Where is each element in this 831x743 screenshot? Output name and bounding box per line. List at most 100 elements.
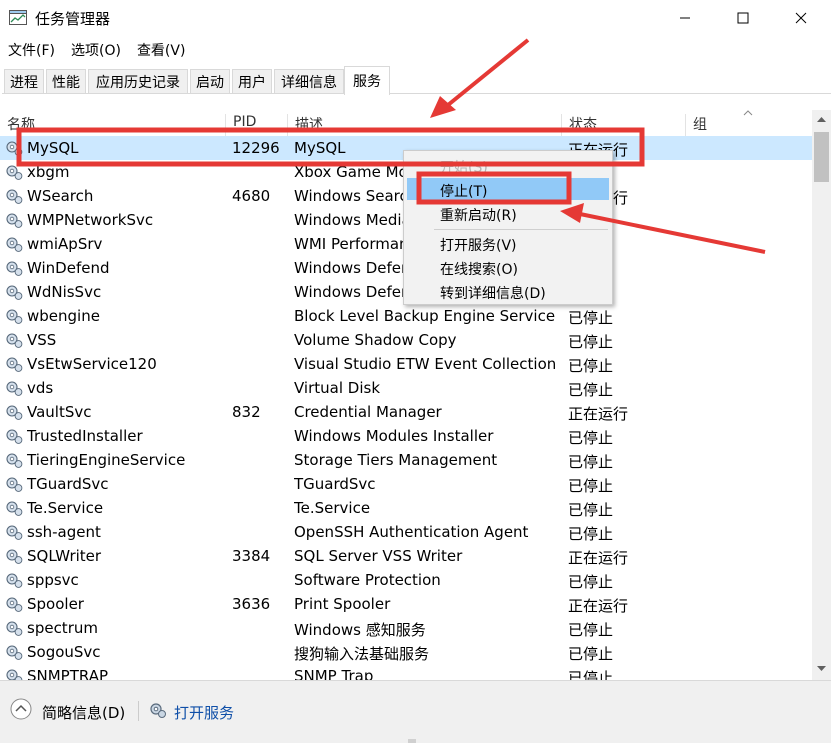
column-header-pid[interactable]: PID [225,114,287,136]
service-status: 正在运行 [568,597,629,615]
column-header-status[interactable]: 状态 [561,114,685,136]
scroll-down-icon[interactable] [812,662,831,676]
service-row[interactable]: VaultSvc 832 Credential Manager 正在运行 [0,400,812,424]
menu-bar: 文件(F) 选项(O) 查看(V) [0,38,193,62]
vertical-scrollbar[interactable] [812,110,831,680]
service-row[interactable]: SNMPTRAP SNMP Trap 已停止 [0,664,812,680]
tab-strip: 进程 性能 应用历史记录 启动 用户 详细信息 服务 [2,66,831,95]
service-row[interactable]: Te.Service Te.Service 已停止 [0,496,812,520]
service-description: Print Spooler [294,595,391,613]
service-description: Storage Tiers Management [294,451,498,469]
service-gear-icon [5,188,24,205]
tab-details[interactable]: 详细信息 [274,69,344,93]
open-services-link[interactable]: 打开服务 [174,702,234,723]
service-row[interactable]: SogouSvc 搜狗输入法基础服务 已停止 [0,640,812,664]
tab-processes[interactable]: 进程 [4,69,44,93]
service-name: Spooler [27,595,84,613]
service-row[interactable]: TrustedInstaller Windows Modules Installe… [0,424,812,448]
service-gear-icon [5,572,24,589]
maximize-icon [737,12,749,24]
service-description: SNMP Trap [294,667,374,680]
service-row[interactable]: SQLWriter 3384 SQL Server VSS Writer 正在运行 [0,544,812,568]
service-name: WinDefend [27,259,110,277]
service-pid: 12296 [232,139,280,157]
service-status: 已停止 [568,621,614,639]
service-gear-icon [5,668,24,680]
service-description: TGuardSvc [294,475,376,493]
service-name: TieringEngineService [27,451,186,469]
service-gear-icon [5,620,24,637]
service-pid: 832 [232,403,261,421]
service-row[interactable]: vds Virtual Disk 已停止 [0,376,812,400]
service-row[interactable]: VSS Volume Shadow Copy 已停止 [0,328,812,352]
service-gear-icon [5,404,24,421]
service-description: Volume Shadow Copy [294,331,457,349]
service-description: OpenSSH Authentication Agent [294,523,529,541]
service-row[interactable]: spectrum Windows 感知服务 已停止 [0,616,812,640]
service-status: 已停止 [568,429,614,447]
service-description: Visual Studio ETW Event Collection Servi… [294,355,556,373]
service-status: 已停止 [568,669,614,680]
service-row[interactable]: ssh-agent OpenSSH Authentication Agent 已停止 [0,520,812,544]
service-row[interactable]: Spooler 3636 Print Spooler 正在运行 [0,592,812,616]
menu-item-start[interactable]: 开始(S) [407,154,609,176]
service-name: MySQL [27,139,79,157]
service-gear-icon [5,500,24,517]
brief-details-button[interactable]: 简略信息(D) [42,702,125,723]
service-status: 已停止 [568,357,614,375]
column-header-row: 名称 PID 描述 状态 组 [0,110,812,136]
chevron-up-icon[interactable] [10,698,32,720]
tab-app-history[interactable]: 应用历史记录 [88,69,188,93]
service-row[interactable]: TGuardSvc TGuardSvc 已停止 [0,472,812,496]
tab-startup[interactable]: 启动 [190,69,230,93]
column-header-description[interactable]: 描述 [287,114,561,136]
service-name: SQLWriter [27,547,102,565]
service-name: ssh-agent [27,523,101,541]
service-gear-icon [5,260,24,277]
menu-item-open-services[interactable]: 打开服务(V) [407,232,609,254]
service-name: Te.Service [27,499,104,517]
menu-view[interactable]: 查看(V) [129,38,194,62]
services-gear-icon [150,703,166,718]
service-row[interactable]: sppsvc Software Protection 已停止 [0,568,812,592]
service-gear-icon [5,284,24,301]
service-status: 已停止 [568,381,614,399]
close-button[interactable] [778,0,824,36]
service-description: Block Level Backup Engine Service [294,307,556,325]
service-gear-icon [5,524,24,541]
service-name: TGuardSvc [27,475,109,493]
minimize-icon [680,17,690,19]
scroll-up-icon[interactable] [812,112,831,126]
menu-item-go-to-details[interactable]: 转到详细信息(D) [407,280,609,302]
service-description: Windows 感知服务 [294,621,426,639]
window-title: 任务管理器 [35,10,111,28]
menu-item-restart[interactable]: 重新启动(R) [407,202,609,224]
service-gear-icon [5,164,24,181]
maximize-button[interactable] [720,0,766,36]
menu-file[interactable]: 文件(F) [0,38,63,62]
tab-users[interactable]: 用户 [232,69,272,93]
service-name: wmiApSrv [27,235,103,253]
tab-performance[interactable]: 性能 [46,69,86,93]
menu-options[interactable]: 选项(O) [63,38,129,62]
menu-item-search-online[interactable]: 在线搜索(O) [407,256,609,278]
minimize-button[interactable] [662,0,708,36]
service-gear-icon [5,380,24,397]
service-gear-icon [5,428,24,445]
title-bar[interactable]: 任务管理器 [0,0,831,36]
column-header-name[interactable]: 名称 [0,114,226,136]
service-gear-icon [5,596,24,613]
service-row[interactable]: wbengine Block Level Backup Engine Servic… [0,304,812,328]
service-status: 已停止 [568,645,614,663]
service-row[interactable]: VsEtwService120 Visual Studio ETW Event C… [0,352,812,376]
menu-item-stop[interactable]: 停止(T) [407,178,609,200]
scrollbar-thumb[interactable] [814,132,829,182]
task-manager-icon [9,10,27,25]
service-status: 已停止 [568,309,614,327]
resize-grip[interactable] [408,739,416,743]
service-status: 已停止 [568,333,614,351]
service-status: 已停止 [568,525,614,543]
service-description: SQL Server VSS Writer [294,547,463,565]
service-row[interactable]: TieringEngineService Storage Tiers Manage… [0,448,812,472]
tab-services[interactable]: 服务 [344,66,390,95]
